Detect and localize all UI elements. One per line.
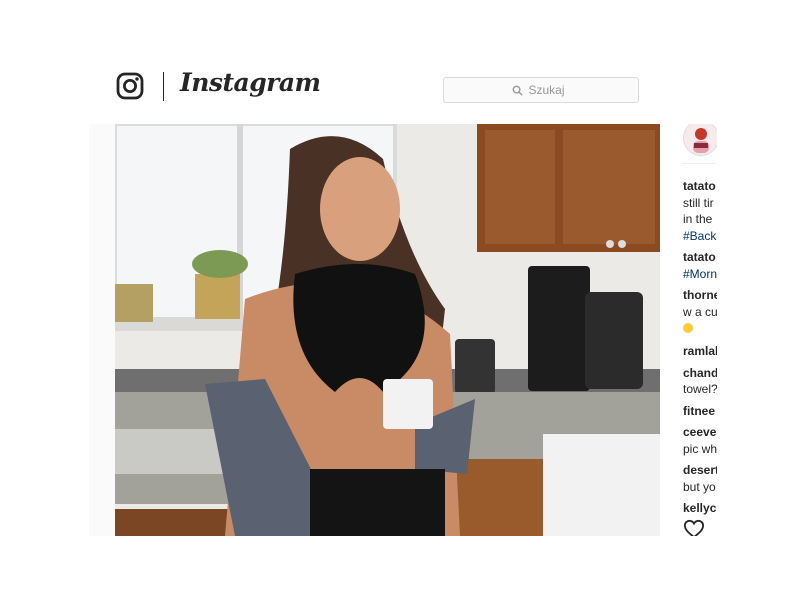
instagram-wordmark-logo[interactable]: Instagram (180, 68, 321, 97)
comment-text: but yo (683, 479, 716, 494)
search-input[interactable] (528, 83, 571, 97)
comment-list: tatato still tir in the #Back tatato #Mo… (683, 178, 717, 517)
hashtag-link[interactable]: #Morn (683, 266, 717, 283)
comment-item: tatato still tir in the #Back (683, 178, 717, 244)
search-box[interactable] (443, 77, 639, 103)
logo-divider (163, 72, 164, 101)
comment-text: towel? (683, 382, 717, 396)
comment-item: fitnee (683, 403, 717, 420)
comment-username[interactable]: ramlal (683, 343, 717, 360)
top-navigation: Instagram (0, 0, 805, 122)
avatar[interactable] (683, 124, 717, 156)
comment-username[interactable]: desert (683, 462, 717, 479)
comment-username[interactable]: kellyc (683, 500, 717, 517)
search-icon (512, 85, 523, 96)
comment-item: desert but yo (683, 462, 717, 495)
comment-item: ramlal (683, 343, 717, 360)
header-divider (682, 163, 717, 164)
hashtag-link[interactable]: #Back (683, 228, 717, 245)
avatar-image (684, 124, 717, 155)
post-photo[interactable] (115, 124, 660, 536)
comment-username[interactable]: tatato (683, 178, 717, 195)
comments-panel: tatato still tir in the #Back tatato #Mo… (660, 124, 717, 536)
comment-text: w a cu (683, 304, 717, 319)
comment-text: pic wh (683, 441, 717, 456)
comment-item: chand towel? (683, 365, 717, 398)
comment-username[interactable]: chand (683, 365, 717, 382)
smile-emoji-icon (683, 323, 693, 333)
comment-username[interactable]: tatato (683, 249, 717, 266)
kitchen-photo-illustration (115, 124, 660, 536)
heart-icon[interactable] (683, 519, 705, 536)
comment-username[interactable]: ceevel (683, 424, 717, 441)
comment-text: still tir (683, 195, 714, 210)
instagram-camera-icon[interactable] (116, 72, 144, 100)
comment-username[interactable]: fitnee (683, 403, 717, 420)
comment-item: thorne w a cu (683, 287, 717, 338)
comment-text: in the (683, 212, 713, 226)
comment-item: kellyc (683, 500, 717, 517)
comment-item: tatato #Morn (683, 249, 717, 282)
comment-item: ceevel pic wh (683, 424, 717, 457)
comment-username[interactable]: thorne (683, 287, 717, 304)
